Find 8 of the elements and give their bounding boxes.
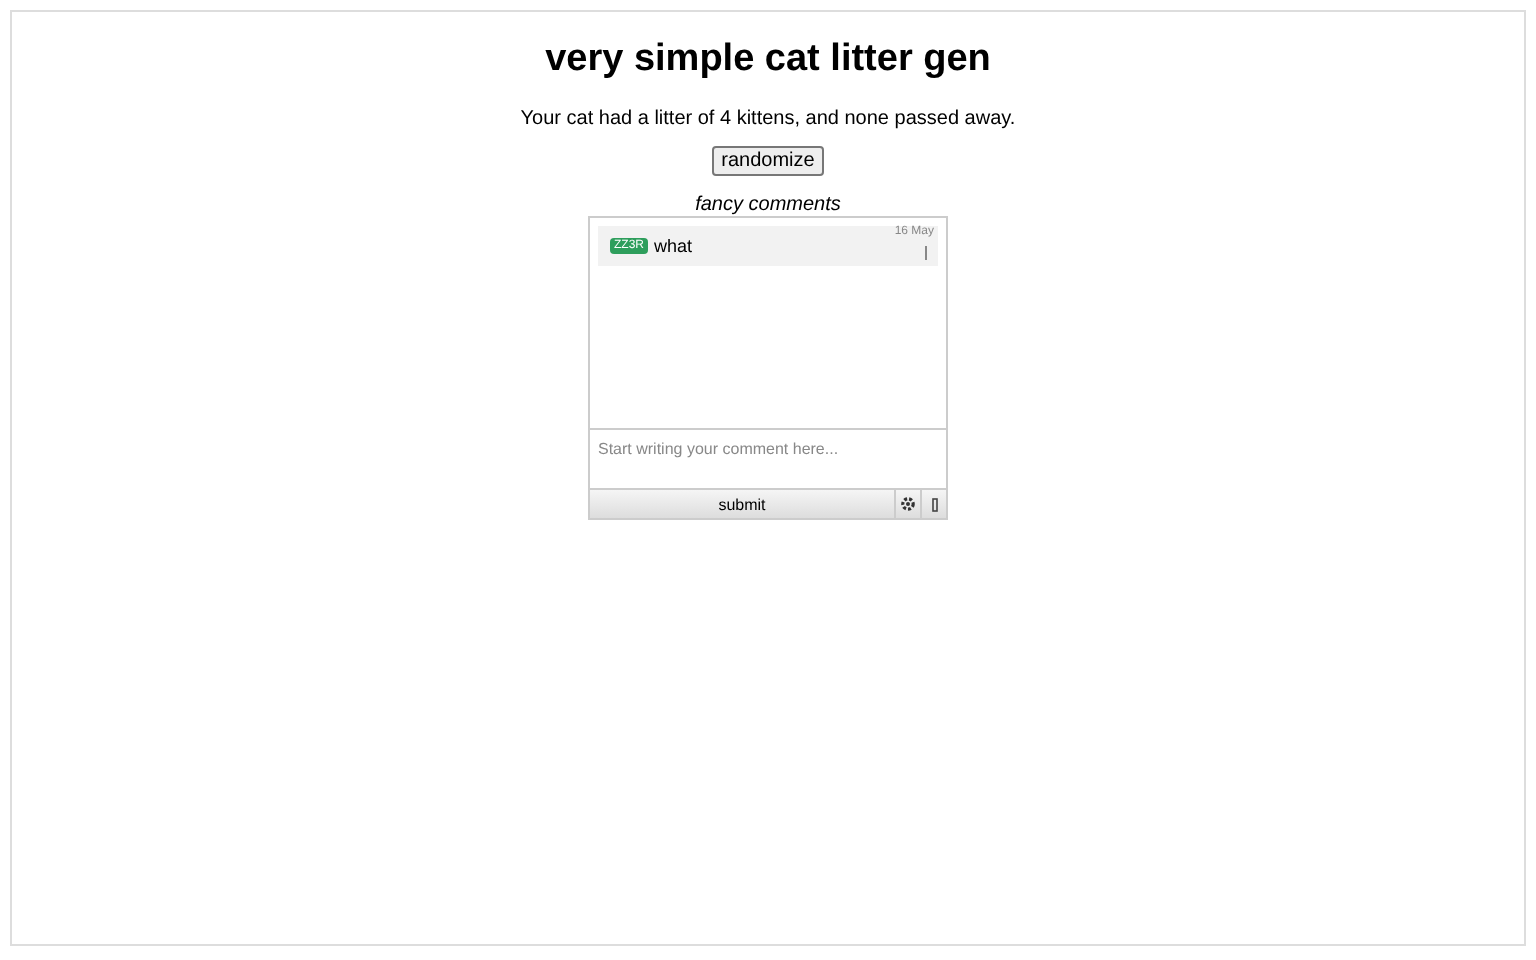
settings-icon [900,496,916,512]
comment-text: what [654,236,693,256]
result-text: Your cat had a litter of 4 kittens, and none passed away. [520,108,1016,130]
randomize-button[interactable]: randomize [711,146,825,176]
settings-button[interactable] [894,490,920,518]
page-title: very simple cat litter gen [545,38,991,82]
submit-button[interactable]: submit [590,490,894,518]
comments-heading: fancy comments [695,194,841,216]
